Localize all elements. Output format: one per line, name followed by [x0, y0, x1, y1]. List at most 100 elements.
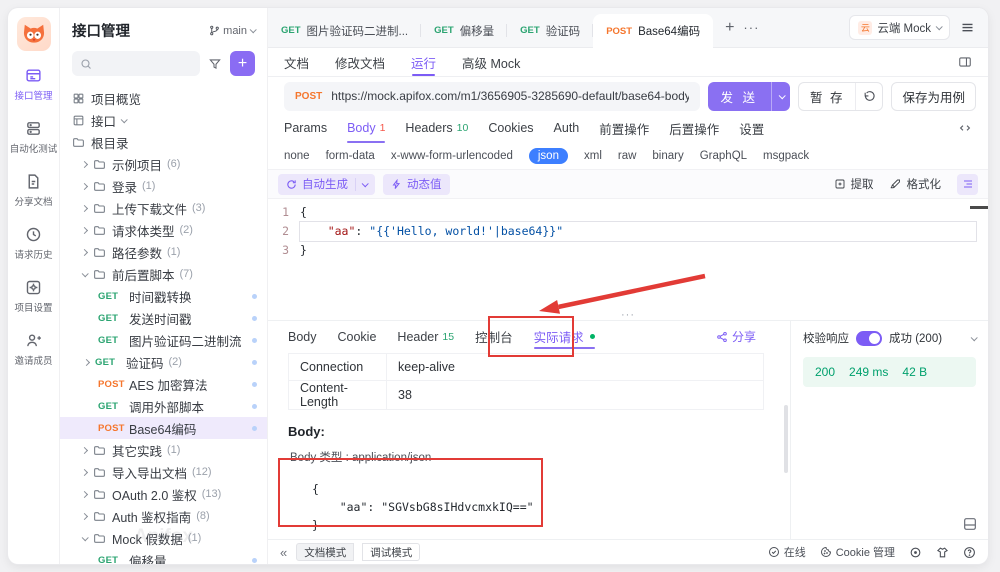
tree-row-7[interactable]: 路径参数 (1) [60, 241, 267, 263]
json-editor[interactable]: 1{2 "aa": "{{'Hello, world!'|base64}}" 3} [268, 199, 988, 310]
tree-row-1[interactable]: 接口 [60, 109, 267, 131]
rail-item-invite[interactable]: 邀请成员 [10, 332, 58, 367]
request-tab-6[interactable]: 后置操作 [669, 113, 719, 143]
chevron-right-icon[interactable] [80, 468, 89, 476]
apifox-fox-logo[interactable] [16, 17, 51, 51]
rail-item-api-manage[interactable]: 接口管理 [10, 67, 58, 102]
doc-tab-1[interactable]: 修改文档 [335, 48, 385, 76]
response-tab-3[interactable]: 控制台 [475, 321, 513, 352]
chevron-right-icon[interactable] [80, 160, 89, 168]
tree-row-9[interactable]: GET 时间戳转换 [60, 285, 267, 307]
request-tab-1[interactable]: Body 1 [347, 113, 386, 143]
rail-item-automation[interactable]: 自动化测试 [10, 120, 57, 155]
validate-toggle[interactable] [856, 330, 882, 346]
chevron-right-icon[interactable] [80, 182, 89, 190]
tree-row-20[interactable]: Mock 假数据 (1) [60, 527, 267, 549]
tree-row-10[interactable]: GET 发送时间戳 [60, 307, 267, 329]
workspace-tab-1[interactable]: GET 偏移量 [421, 14, 508, 47]
workspace-tab-3[interactable]: POST Base64编码 [593, 14, 714, 48]
tree-row-13[interactable]: POST AES 加密算法 [60, 373, 267, 395]
request-tab-2[interactable]: Headers 10 [405, 113, 468, 143]
request-tab-7[interactable]: 设置 [739, 113, 764, 143]
chevron-right-icon[interactable] [80, 204, 89, 212]
undo-icon[interactable] [855, 82, 882, 110]
splitter-handle[interactable]: ··· [268, 309, 988, 321]
new-tab-button[interactable]: + [725, 19, 734, 37]
theme-shirt-icon[interactable] [936, 546, 949, 559]
tree-row-6[interactable]: 请求体类型 (2) [60, 219, 267, 241]
save-as-case-button[interactable]: 保存为用例 [891, 81, 976, 111]
editor-line-3[interactable]: 3} [268, 241, 988, 260]
format-button[interactable]: 格式化 [889, 176, 941, 192]
dynamic-value-button[interactable]: 动态值 [383, 173, 450, 195]
chevron-down-icon[interactable] [970, 333, 978, 341]
tree-row-11[interactable]: GET 图片验证码二进制流 [60, 329, 267, 351]
workspace-tab-2[interactable]: GET 验证码 [507, 14, 594, 47]
filter-icon[interactable] [208, 57, 222, 71]
help-icon[interactable] [963, 546, 976, 559]
response-scrollbar[interactable] [784, 405, 788, 473]
search-input[interactable] [72, 51, 200, 76]
chevron-down-icon[interactable] [81, 533, 89, 541]
body-type-msgpack[interactable]: msgpack [763, 150, 809, 162]
response-tab-4[interactable]: 实际请求 [533, 321, 595, 352]
tree-row-14[interactable]: GET 调用外部脚本 [60, 395, 267, 417]
chevron-right-icon[interactable] [80, 512, 89, 520]
body-type-binary[interactable]: binary [652, 150, 683, 162]
request-tab-5[interactable]: 前置操作 [599, 113, 649, 143]
branch-selector[interactable]: main [209, 25, 257, 37]
body-type-form-data[interactable]: form-data [326, 150, 375, 162]
doc-tab-2[interactable]: 运行 [411, 48, 436, 76]
locate-icon[interactable] [909, 546, 922, 559]
send-button[interactable]: 发 送 [707, 81, 790, 111]
tree-row-3[interactable]: 示例项目 (6) [60, 153, 267, 175]
tree-row-16[interactable]: 其它实践 (1) [60, 439, 267, 461]
tab-more-icon[interactable]: ··· [743, 20, 759, 35]
tree-row-0[interactable]: 项目概览 [60, 87, 267, 109]
debug-mode-button[interactable]: 调试模式 [362, 543, 421, 561]
collapse-icon[interactable]: « [280, 545, 287, 560]
rail-item-history[interactable]: 请求历史 [10, 226, 58, 261]
request-tab-3[interactable]: Cookies [488, 113, 533, 143]
chevron-right-icon[interactable] [80, 226, 89, 234]
tree-row-4[interactable]: 登录 (1) [60, 175, 267, 197]
doc-tab-0[interactable]: 文档 [284, 48, 309, 76]
body-type-GraphQL[interactable]: GraphQL [700, 150, 747, 162]
response-tab-0[interactable]: Body [288, 321, 317, 352]
tree-row-2[interactable]: 根目录 [60, 131, 267, 153]
extract-button[interactable]: 提取 [834, 176, 874, 192]
code-icon[interactable] [958, 121, 972, 135]
body-type-xml[interactable]: xml [584, 150, 602, 162]
workspace-tab-0[interactable]: GET 图片验证码二进制... [268, 14, 422, 47]
tree-row-21[interactable]: GET 偏移量 [60, 549, 267, 564]
environment-selector[interactable]: 云 云端 Mock [849, 15, 950, 40]
tree-row-5[interactable]: 上传下载文件 (3) [60, 197, 267, 219]
body-type-x-www-form-urlencoded[interactable]: x-www-form-urlencoded [391, 150, 513, 162]
menu-icon[interactable] [960, 20, 975, 35]
chevron-right-icon[interactable] [80, 248, 89, 256]
chevron-right-icon[interactable] [80, 446, 89, 454]
tree-row-8[interactable]: 前后置脚本 (7) [60, 263, 267, 285]
online-status[interactable]: 在线 [768, 544, 806, 560]
stash-button[interactable]: 暂 存 [799, 87, 855, 106]
tree-row-12[interactable]: GET 验证码 (2) [60, 351, 267, 373]
chevron-down-icon[interactable] [81, 269, 89, 277]
tree-row-17[interactable]: 导入导出文档 (12) [60, 461, 267, 483]
editor-line-1[interactable]: 1{ [268, 203, 988, 222]
auto-generate-dropdown[interactable] [355, 177, 369, 191]
send-dropdown[interactable] [771, 81, 790, 111]
editor-scrollbar[interactable] [970, 206, 988, 209]
response-layout-icon[interactable] [962, 516, 978, 532]
request-tab-0[interactable]: Params [284, 113, 327, 143]
url-input[interactable]: POST https://mock.apifox.com/m1/3656905-… [284, 81, 700, 111]
share-button[interactable]: 分享 [716, 328, 770, 345]
cookie-manager[interactable]: Cookie 管理 [820, 544, 895, 560]
editor-line-2[interactable]: 2 "aa": "{{'Hello, world!'|base64}}" [268, 221, 988, 242]
panel-toggle-icon[interactable] [958, 55, 972, 69]
chevron-right-icon[interactable] [80, 490, 89, 498]
request-tab-4[interactable]: Auth [554, 113, 580, 143]
auto-generate-button[interactable]: 自动生成 [278, 173, 375, 195]
indent-align-icon[interactable] [957, 173, 978, 195]
tree-row-19[interactable]: Auth 鉴权指南 (8) [60, 505, 267, 527]
chevron-right-icon[interactable] [82, 358, 91, 366]
